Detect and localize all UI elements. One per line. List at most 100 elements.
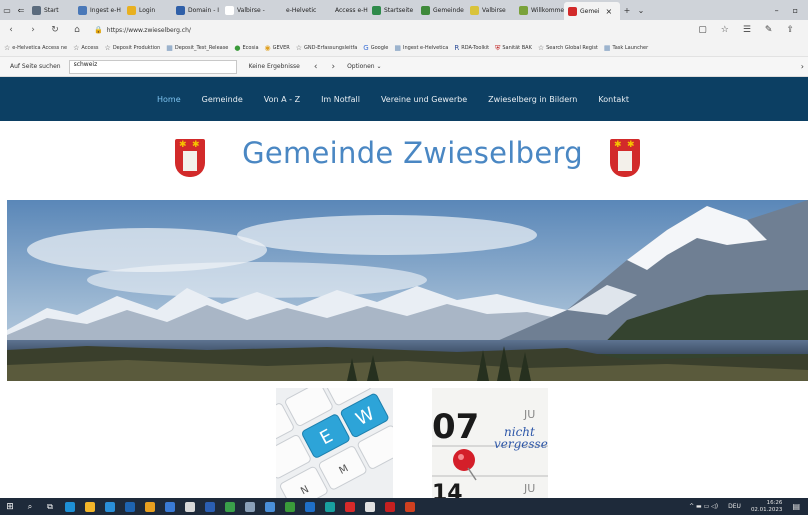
favorite-item[interactable]: ☆ Deposit Produktion [105,44,161,52]
reading-view-icon[interactable]: ▢ [698,25,707,35]
tab-list-icon[interactable]: ⌄ [634,0,648,20]
refresh-icon[interactable]: ↻ [44,25,66,35]
new-tab-icon[interactable]: + [620,0,634,20]
taskbar-app-icon[interactable] [360,498,380,515]
nav-link[interactable]: Im Notfall [321,95,360,104]
taskbar-app-icon[interactable] [80,498,100,515]
gever-icon: ◉ [264,44,271,52]
find-label: Auf Seite suchen [10,63,61,70]
browser-tab[interactable]: Login [123,0,172,20]
taskbar-app-icon[interactable] [320,498,340,515]
favorite-item[interactable]: ☆ GND-Erfassungsleitfa [296,44,358,52]
taskbar-app-icon[interactable] [240,498,260,515]
pen-icon[interactable]: ✎ [765,25,773,35]
favorite-item[interactable]: ● Ecosia [234,44,258,52]
taskbar-apps [60,498,420,515]
find-next-icon[interactable]: › [331,62,335,72]
taskbar-app-icon[interactable] [300,498,320,515]
browser-tab[interactable]: e-Helvetic [270,0,319,20]
browser-tab[interactable]: Valbirse [466,0,515,20]
favorite-star-icon[interactable]: ☆ [721,25,729,35]
browser-tab[interactable]: Gemei × [564,2,620,20]
tab-label: Gemeinde [433,6,464,14]
favorite-item[interactable]: ▦ Task Launcher [604,44,648,52]
language-indicator[interactable]: DEU [728,503,741,510]
nav-link[interactable]: Von A - Z [264,95,300,104]
browser-tab[interactable]: Valbirse - [221,0,270,20]
calendar-tile-image[interactable]: JU 07 nicht vergesse JU 14 [432,388,548,498]
browser-tab[interactable]: Start [28,0,74,20]
taskbar-app-icon[interactable] [100,498,120,515]
find-options-button[interactable]: Optionen ⌄ [347,63,381,70]
find-previous-icon[interactable]: ‹ [314,62,318,72]
tab-favicon-icon [127,5,136,15]
clock[interactable]: 16:26 02.01.2023 [751,500,783,514]
taskbar-app-icon[interactable] [220,498,240,515]
start-button-icon[interactable]: ⊞ [0,498,20,515]
tab-favicon-icon [323,5,332,15]
favorite-item[interactable]: R RDA-Toolkit [454,44,489,52]
taskbar-app-icon[interactable] [260,498,280,515]
tab-back-icon[interactable]: ⇐ [14,0,28,20]
browser-tab[interactable]: Startseite [368,0,417,20]
nav-link[interactable]: Vereine und Gewerbe [381,95,467,104]
tab-favicon-icon [32,5,41,15]
nav-link[interactable]: Kontakt [598,95,629,104]
favorite-label: GND-Erfassungsleitfa [304,45,358,51]
nav-link[interactable]: Home [157,95,181,104]
taskbar-app-icon[interactable] [140,498,160,515]
site-title: Gemeinde Zwieselberg [242,136,583,170]
calendar-day: 07 [432,407,479,447]
taskbar-app-icon[interactable] [380,498,400,515]
tab-close-icon[interactable]: × [606,7,613,16]
tab-label: Startseite [384,6,414,14]
search-icon[interactable]: ⌕ [20,498,40,515]
favorite-item[interactable]: ☆ Access [73,44,98,52]
favorite-item[interactable]: ◉ GEVER [265,44,290,52]
browser-tab[interactable]: Access e-H [319,0,368,20]
taskbar-app-icon[interactable] [60,498,80,515]
nav-link[interactable]: Zwieselberg in Bildern [488,95,577,104]
favorite-label: Task Launcher [612,45,649,51]
clock-date: 02.01.2023 [750,506,783,513]
taskbar-app-icon[interactable] [400,498,420,515]
minimize-icon[interactable]: – [775,6,779,15]
nav-link[interactable]: Gemeinde [202,95,243,104]
favorite-item[interactable]: ▦ Ingest e-Helvetica [394,44,448,52]
notifications-icon[interactable]: ▤ [792,502,800,511]
favorite-item[interactable]: ☆ Search Global Regist [538,44,598,52]
taskbar-app-icon[interactable] [180,498,200,515]
favorite-label: Deposit_Test_Release [174,45,229,51]
find-input[interactable]: schweiz [68,59,237,74]
taskbar-app-icon[interactable] [160,498,180,515]
favorite-item[interactable]: ⛨ Sanität BAK [495,44,532,53]
browser-tab[interactable]: Ingest e-H [74,0,123,20]
browser-tab[interactable]: Domain - I [172,0,221,20]
taskbar-app-icon[interactable] [280,498,300,515]
favorite-item[interactable]: ☆ e-Helvetica Access ne [4,44,67,52]
browser-tab[interactable]: Gemeinde [417,0,466,20]
system-tray: ^ ▬ ▭ ◁) DEU 16:26 02.01.2023 ▤ [689,500,808,514]
back-icon[interactable]: ‹ [0,25,22,35]
taskbar-app-icon[interactable] [200,498,220,515]
favorite-item[interactable]: G Google [363,44,388,52]
maximize-icon[interactable]: ▫ [793,6,798,15]
tray-icons[interactable]: ^ ▬ ▭ ◁) [689,503,718,510]
browser-tab[interactable]: Willkommen [515,0,564,20]
task-view-icon[interactable]: ⧉ [40,498,60,515]
taskbar-app-icon[interactable] [120,498,140,515]
favorite-item[interactable]: ▦ Deposit_Test_Release [166,44,228,52]
favorites-list-icon[interactable]: ☰ [743,25,751,35]
site-navigation: Home Gemeinde Von A - Z Im Notfall Vereine u… [0,77,808,121]
tab-actions-icon[interactable]: ▭ [0,0,14,20]
find-options-label: Optionen [347,63,375,70]
url-field[interactable]: 🔒 https://www.zwieselberg.ch/ [94,26,654,34]
share-icon[interactable]: ⇪ [786,25,794,35]
taskbar-app-icon[interactable] [340,498,360,515]
shield-icon: ⛨ [495,43,501,52]
favorite-label: Search Global Regist [546,45,598,51]
home-icon[interactable]: ⌂ [66,25,88,35]
find-close-icon[interactable]: › [801,62,804,71]
forward-icon[interactable]: › [22,25,44,35]
keyboard-tile-image[interactable]: E W M N [276,388,393,498]
